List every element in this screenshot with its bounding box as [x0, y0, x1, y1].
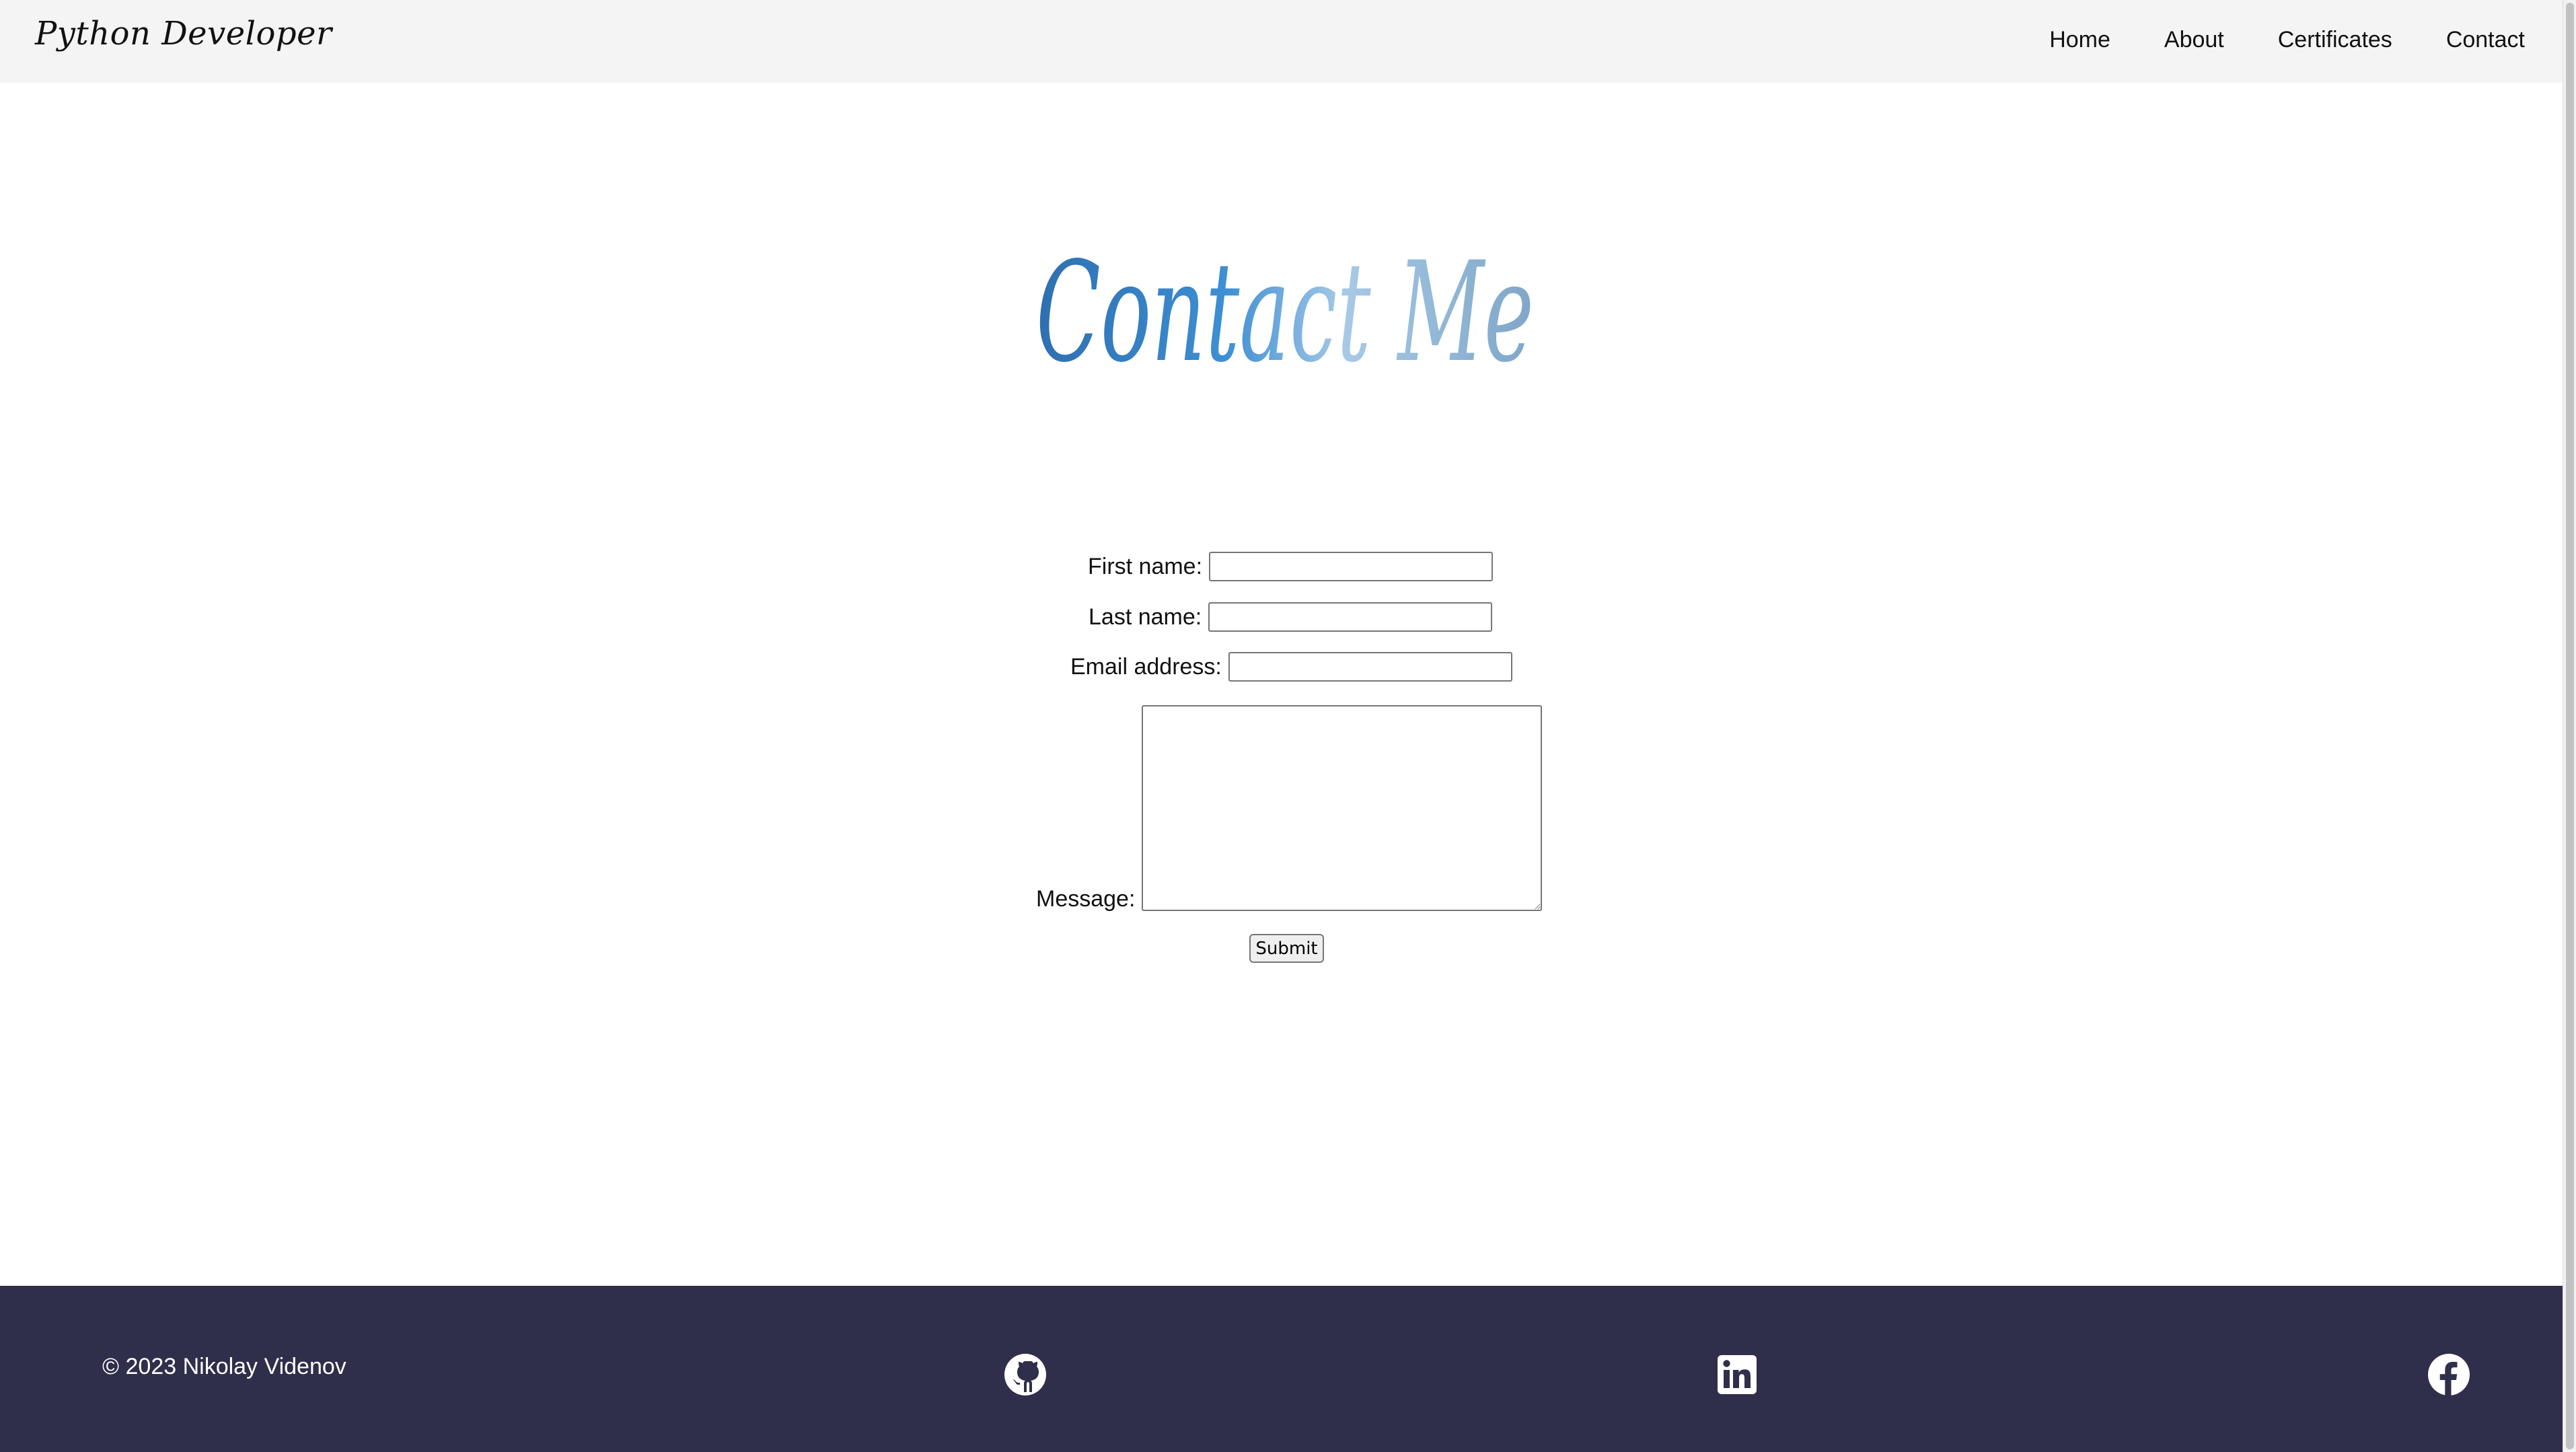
heading-text: Contact Me	[1036, 233, 1534, 384]
nav-link-certificates[interactable]: Certificates	[2278, 27, 2392, 53]
navbar: Python Developer Home About Certificates…	[0, 0, 2563, 83]
vertical-scrollbar[interactable]	[2563, 0, 2576, 1452]
nav-link-home[interactable]: Home	[2049, 27, 2110, 53]
email-row: Email address:	[1070, 652, 1512, 682]
scrollbar-thumb[interactable]	[2566, 3, 2574, 1449]
submit-button[interactable]: Submit	[1249, 934, 1324, 963]
message-textarea[interactable]	[1142, 705, 1543, 911]
last-name-label: Last name:	[1089, 604, 1202, 630]
first-name-row: First name:	[1088, 552, 1494, 581]
page: Python Developer Home About Certificates…	[0, 0, 2576, 1452]
contact-me-heading-svg: Contact Me	[1036, 233, 1534, 393]
nav-link-about[interactable]: About	[2164, 27, 2224, 53]
nav-link-contact[interactable]: Contact	[2446, 27, 2525, 53]
main-nav: Home About Certificates Contact	[2049, 27, 2525, 53]
facebook-link[interactable]	[2427, 1353, 2470, 1396]
linkedin-icon	[1718, 1355, 1757, 1394]
first-name-input[interactable]	[1209, 552, 1494, 581]
brand-logo-text[interactable]: Python Developer	[35, 15, 332, 52]
last-name-input[interactable]	[1208, 602, 1493, 632]
contact-me-heading-image: Contact Me	[1029, 222, 1547, 393]
message-row: Message:	[1036, 705, 1543, 912]
github-link[interactable]	[1004, 1353, 1047, 1396]
email-label: Email address:	[1070, 653, 1222, 680]
copyright-text: © 2023 Nikolay Videnov	[102, 1354, 346, 1379]
message-label: Message:	[1036, 886, 1136, 912]
email-input[interactable]	[1228, 652, 1512, 682]
linkedin-link[interactable]	[1716, 1353, 1759, 1396]
github-icon	[1004, 1354, 1046, 1395]
facebook-icon	[2428, 1354, 2470, 1395]
footer: © 2023 Nikolay Videnov	[0, 1286, 2563, 1452]
last-name-row: Last name:	[1089, 602, 1493, 632]
first-name-label: First name:	[1088, 553, 1203, 579]
